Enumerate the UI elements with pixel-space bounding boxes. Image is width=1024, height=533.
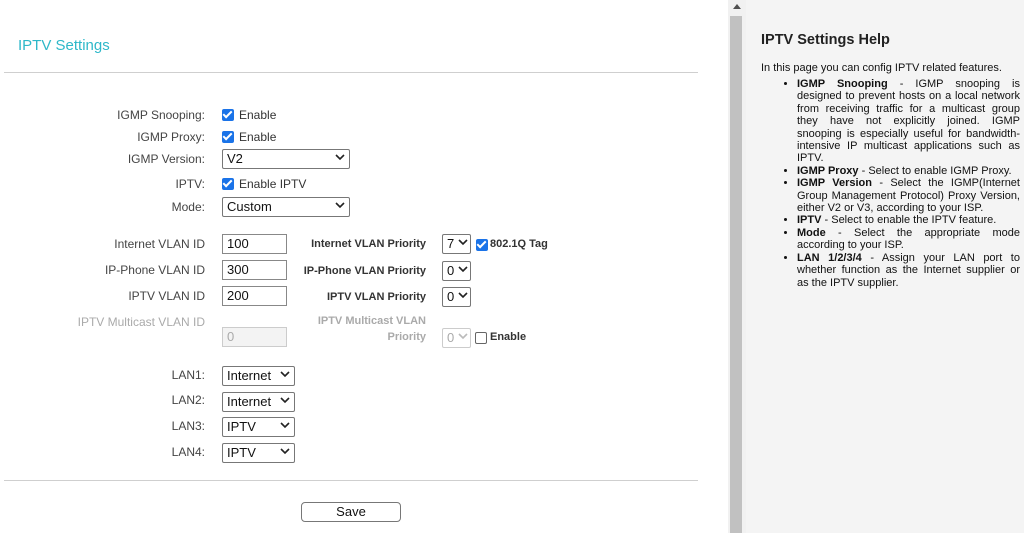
lan4-value: IPTV bbox=[227, 445, 256, 460]
lan4-label: LAN4: bbox=[171, 445, 205, 459]
page-title: IPTV Settings bbox=[18, 37, 110, 54]
chevron-down-icon bbox=[280, 422, 290, 429]
settings-panel: IPTV Settings IGMP Snooping: Enable IGMP… bbox=[0, 0, 728, 533]
help-title: IPTV Settings Help bbox=[761, 32, 890, 48]
help-term: IGMP Snooping bbox=[797, 78, 888, 90]
lan1-value: Internet bbox=[227, 368, 272, 383]
chevron-down-icon bbox=[280, 397, 290, 404]
save-button[interactable]: Save bbox=[301, 502, 401, 522]
igmp-version-label: IGMP Version: bbox=[127, 152, 205, 166]
chevron-down-icon bbox=[458, 292, 468, 299]
help-item-igmp-snooping: IGMP Snooping - IGMP snooping is designe… bbox=[797, 78, 1020, 165]
scrollbar-thumb[interactable] bbox=[730, 16, 742, 533]
iptv-vlan-priority-value: 0 bbox=[447, 289, 455, 304]
igmp-proxy-label: IGMP Proxy: bbox=[137, 130, 205, 144]
chevron-down-icon bbox=[458, 239, 468, 246]
help-list: IGMP Snooping - IGMP snooping is designe… bbox=[797, 78, 1020, 289]
mode-select[interactable]: Custom bbox=[222, 197, 350, 217]
multicast-enable-text: Enable bbox=[490, 331, 527, 343]
help-desc: - Select the appropriate mode according … bbox=[797, 226, 1020, 252]
lan3-select[interactable]: IPTV bbox=[222, 417, 295, 437]
phone-vlan-priority-select[interactable]: 0 bbox=[442, 261, 471, 281]
igmp-proxy-checkbox[interactable] bbox=[222, 131, 234, 143]
chevron-down-icon bbox=[458, 333, 468, 340]
internet-vlan-id-label: Internet VLAN ID bbox=[114, 237, 205, 251]
8021q-tag-text: 802.1Q Tag bbox=[490, 238, 548, 250]
help-desc: - Select to enable IGMP Proxy. bbox=[858, 164, 1012, 177]
phone-vlan-priority-label: IP-Phone VLAN Priority bbox=[303, 265, 426, 277]
internet-vlan-priority-value: 7 bbox=[447, 236, 455, 251]
help-term: IPTV bbox=[797, 214, 822, 227]
igmp-snooping-checkbox[interactable] bbox=[222, 109, 234, 121]
chevron-down-icon bbox=[335, 154, 345, 161]
multicast-enable-checkbox[interactable] bbox=[475, 332, 487, 344]
iptv-label: IPTV: bbox=[175, 177, 205, 191]
help-intro: In this page you can config IPTV related… bbox=[761, 62, 1002, 74]
help-item-iptv: IPTV - Select to enable the IPTV feature… bbox=[797, 214, 1020, 226]
lan3-value: IPTV bbox=[227, 419, 256, 434]
multicast-vlan-id-input[interactable]: 0 bbox=[222, 327, 287, 347]
help-term: Mode bbox=[797, 226, 826, 239]
internet-vlan-priority-select[interactable]: 7 bbox=[442, 234, 471, 254]
help-panel: IPTV Settings Help In this page you can … bbox=[746, 0, 1024, 533]
lan1-label: LAN1: bbox=[171, 368, 205, 382]
8021q-tag-checkbox[interactable] bbox=[476, 239, 488, 251]
iptv-enable-text: Enable IPTV bbox=[239, 177, 307, 191]
multicast-vlan-priority-value: 0 bbox=[447, 330, 455, 345]
igmp-version-select[interactable]: V2 bbox=[222, 149, 350, 169]
lan2-select[interactable]: Internet bbox=[222, 392, 295, 412]
help-desc: - IGMP snooping is designed to prevent h… bbox=[797, 78, 1020, 165]
phone-vlan-id-input[interactable]: 300 bbox=[222, 260, 287, 280]
help-term: IGMP Version bbox=[797, 177, 872, 190]
igmp-snooping-enable-text: Enable bbox=[239, 108, 277, 122]
iptv-vlan-id-input[interactable]: 200 bbox=[222, 286, 287, 306]
mode-value: Custom bbox=[227, 199, 272, 214]
lan2-label: LAN2: bbox=[171, 393, 205, 407]
internet-vlan-priority-label: Internet VLAN Priority bbox=[311, 238, 426, 250]
igmp-snooping-label: IGMP Snooping: bbox=[117, 108, 205, 122]
help-term: LAN 1/2/3/4 bbox=[797, 251, 862, 264]
multicast-vlan-id-label: IPTV Multicast VLAN ID bbox=[77, 315, 205, 329]
igmp-version-value: V2 bbox=[227, 151, 243, 166]
help-item-igmp-version: IGMP Version - Select the IGMP(Internet … bbox=[797, 177, 1020, 214]
help-item-igmp-proxy: IGMP Proxy - Select to enable IGMP Proxy… bbox=[797, 165, 1020, 177]
lan3-label: LAN3: bbox=[171, 419, 205, 433]
phone-vlan-priority-value: 0 bbox=[447, 263, 455, 278]
scroll-up-arrow-icon[interactable] bbox=[733, 4, 741, 9]
multicast-vlan-priority-label-line2: Priority bbox=[387, 331, 426, 343]
help-item-lan: LAN 1/2/3/4 - Assign your LAN port to wh… bbox=[797, 252, 1020, 289]
chevron-down-icon bbox=[280, 371, 290, 378]
lan1-select[interactable]: Internet bbox=[222, 366, 295, 386]
lan2-value: Internet bbox=[227, 394, 272, 409]
chevron-down-icon bbox=[280, 448, 290, 455]
iptv-enable-checkbox[interactable] bbox=[222, 178, 234, 190]
chevron-down-icon bbox=[458, 266, 468, 273]
help-item-mode: Mode - Select the appropriate mode accor… bbox=[797, 227, 1020, 252]
iptv-vlan-priority-select[interactable]: 0 bbox=[442, 287, 471, 307]
lan4-select[interactable]: IPTV bbox=[222, 443, 295, 463]
help-term: IGMP Proxy bbox=[797, 164, 859, 177]
internet-vlan-id-input[interactable]: 100 bbox=[222, 234, 287, 254]
help-scrollbar[interactable] bbox=[728, 0, 746, 533]
phone-vlan-id-label: IP-Phone VLAN ID bbox=[104, 263, 205, 277]
multicast-vlan-priority-select[interactable]: 0 bbox=[442, 328, 471, 348]
igmp-proxy-enable-text: Enable bbox=[239, 130, 277, 144]
help-desc: - Select to enable the IPTV feature. bbox=[821, 214, 997, 227]
multicast-vlan-priority-label-line1: IPTV Multicast VLAN bbox=[317, 315, 426, 327]
iptv-vlan-id-label: IPTV VLAN ID bbox=[128, 289, 205, 303]
bottom-divider bbox=[4, 480, 698, 481]
top-divider bbox=[4, 72, 698, 73]
chevron-down-icon bbox=[335, 202, 345, 209]
mode-label: Mode: bbox=[171, 200, 205, 214]
iptv-vlan-priority-label: IPTV VLAN Priority bbox=[326, 291, 426, 303]
